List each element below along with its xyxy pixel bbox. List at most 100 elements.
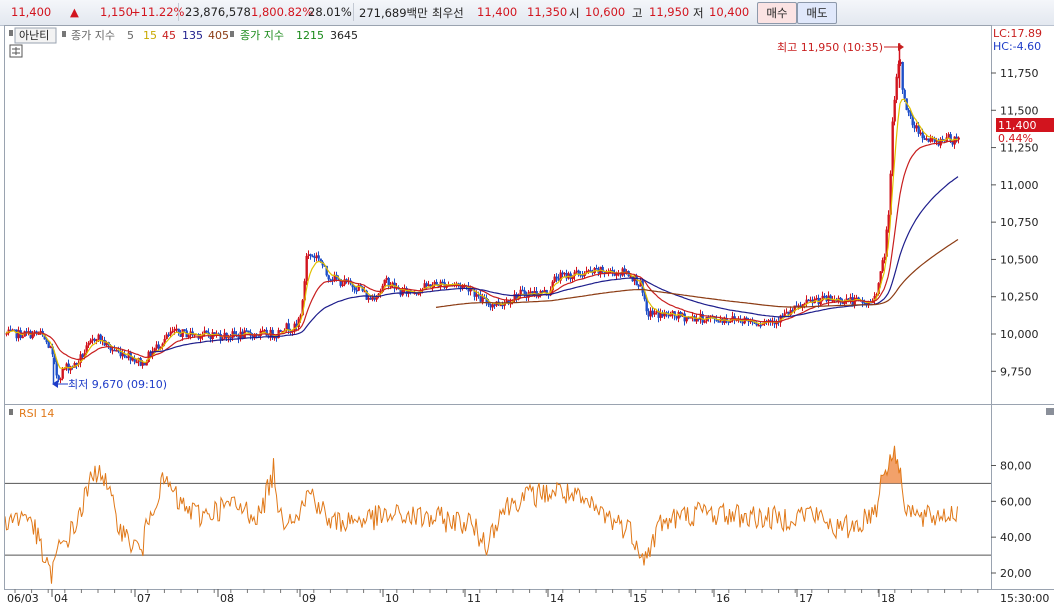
candle xyxy=(435,281,438,285)
price-tick-label: 10,500 xyxy=(1000,253,1039,266)
time-tick-label: 15 xyxy=(633,592,647,605)
time-tick-label: 09 xyxy=(302,592,316,605)
candle xyxy=(881,260,884,272)
time-tick-label: 17 xyxy=(799,592,813,605)
plot-frame xyxy=(4,25,992,590)
candle xyxy=(903,89,906,99)
time-axis: 06/03 04 07 08 09 10 11 14 15 16 17 18 xyxy=(7,589,979,605)
candle xyxy=(901,61,904,90)
time-tick-label: 08 xyxy=(220,592,234,605)
candle xyxy=(327,275,330,280)
price-tick-label: 10,750 xyxy=(1000,216,1039,229)
candle xyxy=(317,255,320,259)
candle xyxy=(89,340,92,343)
candle xyxy=(383,279,386,286)
candle xyxy=(187,335,190,338)
rsi-tick-label: 20,00 xyxy=(1000,567,1032,580)
rsi-label: RSI 14 xyxy=(19,407,54,420)
candle xyxy=(717,321,720,323)
time-tick-label: 18 xyxy=(881,592,895,605)
price-tick-label: 10,000 xyxy=(1000,328,1039,341)
ma-period-15: 15 xyxy=(143,29,157,42)
open-label: 시 xyxy=(569,6,580,20)
best-ask: 11,400 xyxy=(477,5,518,19)
candle xyxy=(891,121,894,174)
low-label: 저 xyxy=(693,6,704,20)
ma-label: 종가 지수 xyxy=(71,29,115,42)
trade-value: 271,689백만 xyxy=(359,6,428,20)
ma-period-45: 45 xyxy=(162,29,176,42)
high-annotation-label: 최고 11,950 (10:35) xyxy=(777,41,883,54)
hc-value: HC:-4.60 xyxy=(993,40,1041,53)
candle xyxy=(703,321,706,323)
candle xyxy=(309,254,312,256)
candle xyxy=(233,331,236,335)
candle xyxy=(893,99,896,122)
ma-period-135: 135 xyxy=(182,29,203,42)
low-annotation: 최저 9,670 (09:10) xyxy=(52,378,167,391)
open-price: 10,600 xyxy=(585,5,626,19)
high-price: 11,950 xyxy=(649,5,690,19)
analysis-tab-label: 아난티 xyxy=(19,29,49,42)
price-axis: 9,75010,00010,25010,50010,75011,00011,25… xyxy=(991,67,1039,378)
candle xyxy=(247,330,250,333)
candle xyxy=(895,76,898,100)
panel-handle-icon[interactable] xyxy=(1046,408,1054,415)
rsi-tick-label: 40,00 xyxy=(1000,531,1032,544)
time-tick-label: 07 xyxy=(137,592,151,605)
lc-value: LC:17.89 xyxy=(993,27,1042,40)
rsi-tick-label: 60,00 xyxy=(1000,495,1032,508)
candle xyxy=(305,256,308,282)
price-change: 1,150 xyxy=(100,5,133,19)
up-arrow-icon: ▲ xyxy=(70,5,79,19)
candle xyxy=(341,284,344,287)
chart-area: 아난티 종가 지수 5 15 45 135 405 종가 지수 1215 364… xyxy=(4,25,1054,605)
high-label: 고 xyxy=(632,6,643,20)
end-time: 15:30:00 xyxy=(1000,592,1049,605)
current-price: 11,400 xyxy=(11,5,52,19)
turnover: 28.01% xyxy=(308,5,352,19)
low-price: 10,400 xyxy=(709,5,750,19)
volume-ratio: 1,800.82% xyxy=(251,5,314,19)
candle xyxy=(205,330,208,333)
candle xyxy=(59,378,62,381)
candle xyxy=(87,342,90,346)
candle xyxy=(21,336,24,339)
ma2-label: 종가 지수 xyxy=(240,29,284,42)
candle xyxy=(61,368,64,379)
candle xyxy=(921,132,924,139)
current-pct: 0.44% xyxy=(998,132,1033,145)
volume: 23,876,578 xyxy=(185,5,251,19)
low-annotation-label: 최저 9,670 (09:10) xyxy=(68,378,167,391)
candle xyxy=(387,277,390,287)
time-tick-label: 11 xyxy=(467,592,481,605)
time-tick-label: 04 xyxy=(54,592,68,605)
candle xyxy=(653,312,656,315)
ma2-period-3645: 3645 xyxy=(330,29,358,42)
time-tick-label: 14 xyxy=(550,592,564,605)
price-tick-label: 11,500 xyxy=(1000,104,1039,117)
price-tick-label: 11,750 xyxy=(1000,67,1039,80)
candle xyxy=(829,295,832,301)
candle xyxy=(353,287,356,291)
quote-bar: 11,400 ▲ 1,150 +11.22% 23,876,578 1,800.… xyxy=(0,0,1054,26)
ma-period-405: 405 xyxy=(208,29,229,42)
rsi-axis: 20,00 40,00 60,00 80,00 xyxy=(991,460,1032,580)
candle xyxy=(907,109,910,113)
price-tick-label: 10,250 xyxy=(1000,291,1039,304)
ma2-period-1215: 1215 xyxy=(296,29,324,42)
sell-button[interactable]: 매도 xyxy=(797,2,837,24)
buy-button[interactable]: 매수 xyxy=(757,2,797,24)
candle xyxy=(167,334,170,337)
candle xyxy=(417,293,420,295)
current-price-tag-label: 11,400 xyxy=(998,119,1037,132)
rsi-tick-label: 80,00 xyxy=(1000,460,1032,473)
best-quote-label: 최우선 xyxy=(432,6,464,20)
price-tick-label: 11,000 xyxy=(1000,179,1039,192)
price-tick-label: 9,750 xyxy=(1000,365,1032,378)
candle xyxy=(153,348,156,352)
candle xyxy=(555,276,558,279)
time-tick-label: 10 xyxy=(385,592,399,605)
candle xyxy=(135,361,138,364)
best-bid: 11,350 xyxy=(527,5,568,19)
